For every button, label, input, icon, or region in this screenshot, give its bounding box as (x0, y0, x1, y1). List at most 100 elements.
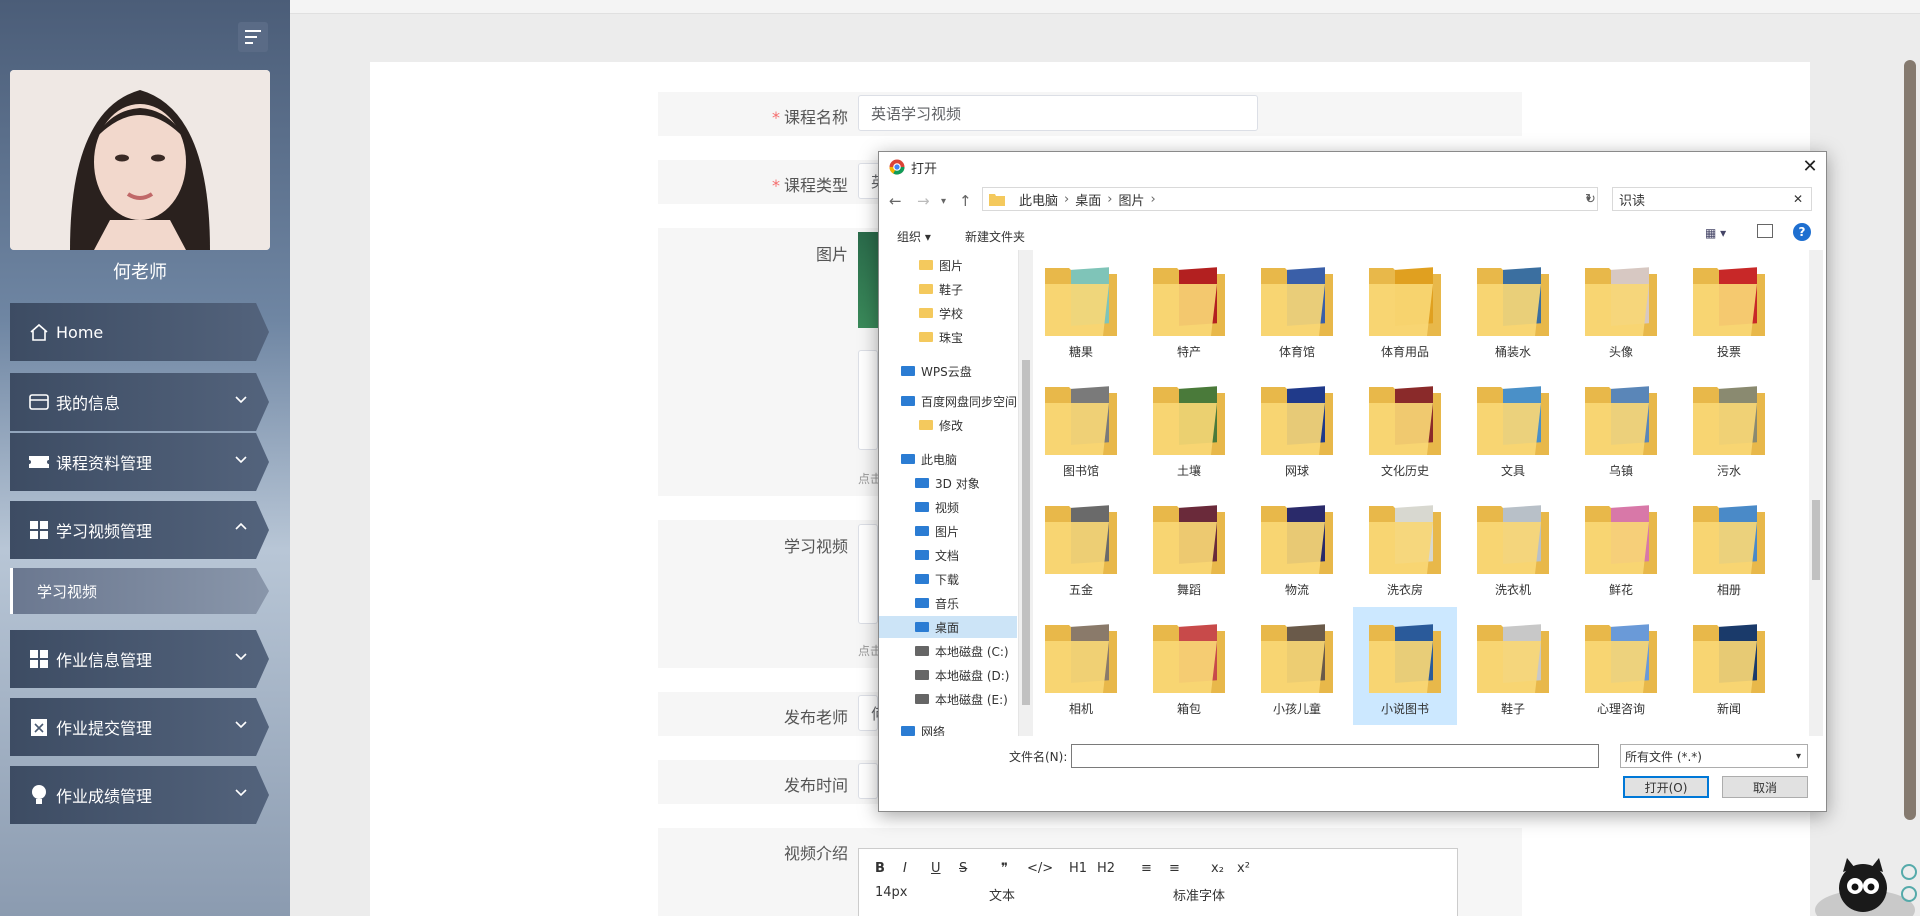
close-icon[interactable]: ✕ (1800, 157, 1820, 177)
grid-scrollbar[interactable] (1809, 250, 1823, 736)
tree-item[interactable]: 鞋子 (879, 278, 1017, 300)
menu-home[interactable]: Home (10, 303, 269, 361)
menu-video-management[interactable]: 学习视频管理 (10, 501, 269, 559)
search-input[interactable]: 识读 ✕ (1612, 187, 1812, 211)
course-name-input[interactable]: 英语学习视频 (858, 95, 1258, 131)
tree-item[interactable]: 音乐 (879, 592, 1017, 614)
breadcrumb-desktop[interactable]: 桌面 (1075, 190, 1101, 209)
cancel-button[interactable]: 取消 (1722, 776, 1808, 798)
back-arrow-icon[interactable]: ← (889, 192, 902, 210)
tree-item[interactable]: 下载 (879, 568, 1017, 590)
tree-item[interactable]: 图片 (879, 254, 1017, 276)
up-arrow-icon[interactable]: ↑ (959, 192, 972, 210)
folder-item[interactable]: 新闻 (1677, 607, 1781, 725)
folder-item[interactable]: 相册 (1677, 488, 1781, 606)
folder-item[interactable]: 小说图书 (1353, 607, 1457, 725)
folder-item[interactable]: 糖果 (1029, 250, 1133, 368)
code-button[interactable]: </> (1027, 861, 1053, 876)
filename-input[interactable] (1071, 744, 1599, 768)
italic-button[interactable]: I (903, 861, 907, 876)
tree-item[interactable]: 本地磁盘 (C:) (879, 640, 1017, 662)
folder-item[interactable]: 投票 (1677, 250, 1781, 368)
folder-item[interactable]: 文化历史 (1353, 369, 1457, 487)
breadcrumb-pictures[interactable]: 图片 (1118, 190, 1144, 209)
tree-item[interactable]: 珠宝 (879, 326, 1017, 348)
bold-button[interactable]: B (875, 861, 885, 876)
tree-item[interactable]: WPS云盘 (879, 360, 1017, 382)
folder-item[interactable]: 体育用品 (1353, 250, 1457, 368)
new-folder-button[interactable]: 新建文件夹 (965, 228, 1025, 245)
folder-item[interactable]: 文具 (1461, 369, 1565, 487)
folder-item[interactable]: 土壤 (1137, 369, 1241, 487)
help-icon[interactable]: ? (1793, 223, 1811, 241)
tree-item[interactable]: 图片 (879, 520, 1017, 542)
font-size-select[interactable]: 14px (875, 885, 908, 900)
strike-button[interactable]: S (959, 861, 967, 876)
tree-item[interactable]: 文档 (879, 544, 1017, 566)
folder-item[interactable]: 相机 (1029, 607, 1133, 725)
underline-button[interactable]: U (931, 861, 941, 876)
forward-arrow-icon[interactable]: → (917, 192, 930, 210)
rich-text-editor[interactable]: B I U S ❞ </> H1 H2 ≡ ≡ x₂ x² 14px 文本 标准… (858, 848, 1458, 916)
menu-homework-submit[interactable]: 作业提交管理 (10, 698, 269, 756)
subscript-button[interactable]: x₂ (1211, 861, 1224, 876)
tree-item[interactable]: 本地磁盘 (D:) (879, 664, 1017, 686)
superscript-button[interactable]: x² (1237, 861, 1250, 876)
folder-item[interactable]: 乌镇 (1569, 369, 1673, 487)
menu-my-info[interactable]: 我的信息 (10, 373, 269, 431)
filetype-select[interactable]: 所有文件 (*.*) ▾ (1620, 744, 1808, 768)
time-input[interactable] (858, 763, 878, 799)
menu-toggle-button[interactable] (238, 22, 268, 52)
ordered-list-button[interactable]: ≡ (1141, 861, 1152, 876)
folder-item[interactable]: 箱包 (1137, 607, 1241, 725)
tree-item[interactable]: 修改 (879, 414, 1017, 436)
folder-item[interactable]: 小孩儿童 (1245, 607, 1349, 725)
h1-button[interactable]: H1 (1069, 861, 1087, 876)
mascot-cat-icon[interactable] (1805, 850, 1920, 916)
submenu-study-video[interactable]: 学习视频 (10, 568, 269, 614)
address-bar[interactable]: 此电脑 › 桌面 › 图片 › ▾ (982, 187, 1598, 211)
tree-item[interactable]: 视频 (879, 496, 1017, 518)
font-family-select[interactable]: 标准字体 (1173, 885, 1225, 904)
tree-item[interactable]: 学校 (879, 302, 1017, 324)
organize-button[interactable]: 组织 ▾ (897, 228, 931, 245)
tree-item[interactable]: 3D 对象 (879, 472, 1017, 494)
teacher-input[interactable]: 何 (858, 695, 886, 731)
folder-item[interactable]: 体育馆 (1245, 250, 1349, 368)
folder-item[interactable]: 物流 (1245, 488, 1349, 606)
tree-item[interactable]: 桌面 (879, 616, 1017, 638)
grid-scroll-thumb[interactable] (1812, 500, 1820, 580)
view-options-icon[interactable]: ▦ ▾ (1705, 226, 1726, 240)
preview-pane-icon[interactable] (1757, 224, 1773, 238)
page-scrollbar[interactable] (1904, 60, 1916, 820)
folder-item[interactable]: 头像 (1569, 250, 1673, 368)
recent-dropdown-icon[interactable]: ▾ (941, 196, 946, 207)
folder-item[interactable]: 网球 (1245, 369, 1349, 487)
folder-item[interactable]: 污水 (1677, 369, 1781, 487)
bullet-list-button[interactable]: ≡ (1169, 861, 1180, 876)
video-upload[interactable] (858, 524, 878, 624)
folder-item[interactable]: 桶装水 (1461, 250, 1565, 368)
folder-item[interactable]: 鲜花 (1569, 488, 1673, 606)
folder-item[interactable]: 鞋子 (1461, 607, 1565, 725)
folder-item[interactable]: 洗衣房 (1353, 488, 1457, 606)
image-upload[interactable] (858, 350, 878, 450)
tree-item[interactable]: 本地磁盘 (E:) (879, 688, 1017, 710)
quote-button[interactable]: ❞ (1001, 861, 1008, 876)
folder-item[interactable]: 舞蹈 (1137, 488, 1241, 606)
tree-item[interactable]: 网络 (879, 720, 1017, 736)
refresh-icon[interactable]: ↻ (1585, 192, 1596, 207)
text-style-select[interactable]: 文本 (989, 885, 1015, 904)
folder-item[interactable]: 图书馆 (1029, 369, 1133, 487)
menu-homework-grade[interactable]: 作业成绩管理 (10, 766, 269, 824)
open-button[interactable]: 打开(O) (1623, 776, 1709, 798)
breadcrumb-pc[interactable]: 此电脑 (1019, 190, 1058, 209)
menu-homework-info[interactable]: 作业信息管理 (10, 630, 269, 688)
folder-item[interactable]: 五金 (1029, 488, 1133, 606)
tree-item[interactable]: 此电脑 (879, 448, 1017, 470)
tree-item[interactable]: 百度网盘同步空间 (879, 390, 1017, 412)
h2-button[interactable]: H2 (1097, 861, 1115, 876)
menu-course-material[interactable]: 课程资料管理 (10, 433, 269, 491)
folder-item[interactable]: 洗衣机 (1461, 488, 1565, 606)
folder-item[interactable]: 特产 (1137, 250, 1241, 368)
